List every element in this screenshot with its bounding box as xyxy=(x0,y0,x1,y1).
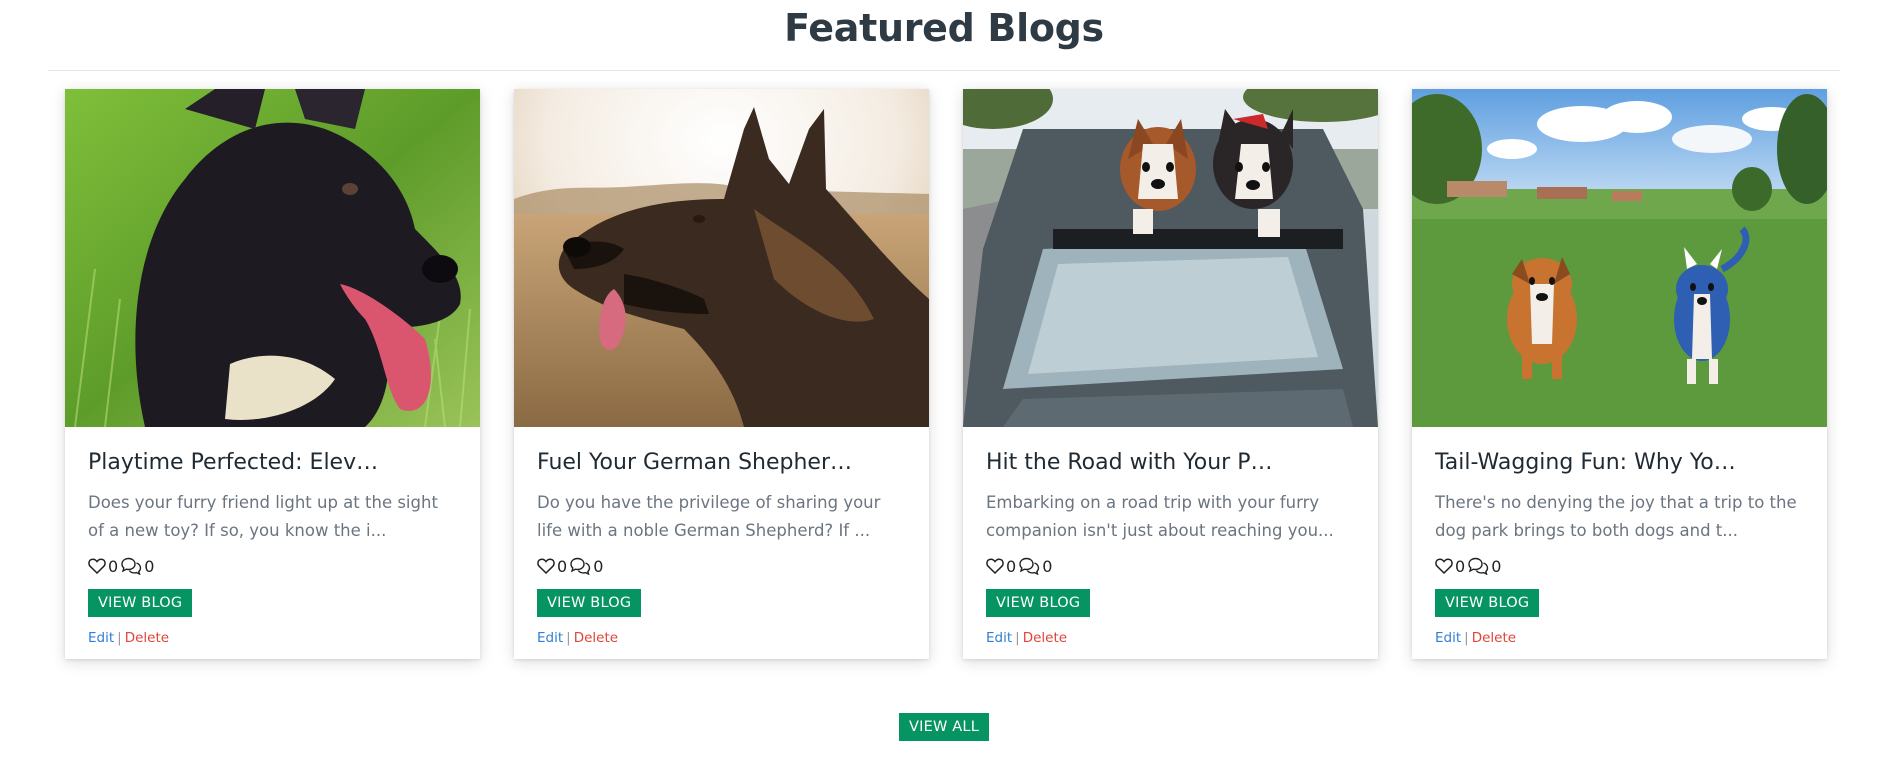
like-count: 0 xyxy=(108,556,119,576)
blog-card: Fuel Your German Shepher… Do you have th… xyxy=(514,89,929,659)
view-blog-button[interactable]: VIEW BLOG xyxy=(986,589,1091,617)
link-separator: | xyxy=(117,630,122,646)
card-stats: 0 0 xyxy=(537,553,906,579)
link-separator: | xyxy=(1464,630,1469,646)
comments-icon[interactable] xyxy=(120,557,142,575)
edit-link[interactable]: Edit xyxy=(537,630,563,646)
blog-image-german-shepherd[interactable] xyxy=(514,89,929,427)
divider xyxy=(48,70,1840,71)
link-separator: | xyxy=(566,630,571,646)
edit-link[interactable]: Edit xyxy=(986,630,1012,646)
card-excerpt: Do you have the privilege of sharing you… xyxy=(537,493,881,540)
heart-icon[interactable] xyxy=(1435,558,1453,574)
like-count: 0 xyxy=(1455,556,1466,576)
like-count: 0 xyxy=(557,556,568,576)
card-excerpt: Embarking on a road trip with your furry… xyxy=(986,493,1334,540)
delete-link[interactable]: Delete xyxy=(1472,630,1516,646)
comment-count: 0 xyxy=(1042,556,1053,576)
delete-link[interactable]: Delete xyxy=(574,630,618,646)
view-blog-button[interactable]: VIEW BLOG xyxy=(537,589,642,617)
card-title[interactable]: Playtime Perfected: Elev… xyxy=(88,449,457,477)
card-title[interactable]: Tail-Wagging Fun: Why Yo… xyxy=(1435,449,1804,477)
card-stats: 0 0 xyxy=(88,553,457,579)
delete-link[interactable]: Delete xyxy=(1023,630,1067,646)
view-blog-button[interactable]: VIEW BLOG xyxy=(88,589,193,617)
card-body: Playtime Perfected: Elev… Does your furr… xyxy=(65,427,480,646)
card-title[interactable]: Fuel Your German Shepher… xyxy=(537,449,906,477)
heart-icon[interactable] xyxy=(986,558,1004,574)
like-count: 0 xyxy=(1006,556,1017,576)
edit-link[interactable]: Edit xyxy=(88,630,114,646)
card-stats: 0 0 xyxy=(986,553,1355,579)
card-body: Hit the Road with Your P… Embarking on a… xyxy=(963,427,1378,646)
comments-icon[interactable] xyxy=(1467,557,1489,575)
blog-card: Playtime Perfected: Elev… Does your furr… xyxy=(65,89,480,659)
card-body: Tail-Wagging Fun: Why Yo… There's no den… xyxy=(1412,427,1827,646)
blog-card-list: Playtime Perfected: Elev… Does your furr… xyxy=(65,89,1827,659)
comments-icon[interactable] xyxy=(1018,557,1040,575)
blog-card: Hit the Road with Your P… Embarking on a… xyxy=(963,89,1378,659)
card-excerpt: There's no denying the joy that a trip t… xyxy=(1435,493,1797,540)
card-admin-links: Edit | Delete xyxy=(537,630,906,646)
card-admin-links: Edit | Delete xyxy=(986,630,1355,646)
card-body: Fuel Your German Shepher… Do you have th… xyxy=(514,427,929,646)
heart-icon[interactable] xyxy=(88,558,106,574)
section-title: Featured Blogs xyxy=(784,6,1104,50)
card-excerpt: Does your furry friend light up at the s… xyxy=(88,493,438,540)
comment-count: 0 xyxy=(1491,556,1502,576)
blog-image-dog-park[interactable] xyxy=(1412,89,1827,427)
comment-count: 0 xyxy=(144,556,155,576)
card-admin-links: Edit | Delete xyxy=(1435,630,1804,646)
card-stats: 0 0 xyxy=(1435,553,1804,579)
heart-icon[interactable] xyxy=(537,558,555,574)
card-admin-links: Edit | Delete xyxy=(88,630,457,646)
blog-image-dogs-in-car[interactable] xyxy=(963,89,1378,427)
featured-blogs-page: Featured Blogs Playtime Perfected: Elev…… xyxy=(0,0,1888,761)
view-all-button[interactable]: VIEW ALL xyxy=(899,713,989,741)
link-separator: | xyxy=(1015,630,1020,646)
card-title[interactable]: Hit the Road with Your P… xyxy=(986,449,1355,477)
edit-link[interactable]: Edit xyxy=(1435,630,1461,646)
comments-icon[interactable] xyxy=(569,557,591,575)
blog-image-black-dog[interactable] xyxy=(65,89,480,427)
comment-count: 0 xyxy=(593,556,604,576)
blog-card: Tail-Wagging Fun: Why Yo… There's no den… xyxy=(1412,89,1827,659)
delete-link[interactable]: Delete xyxy=(125,630,169,646)
view-blog-button[interactable]: VIEW BLOG xyxy=(1435,589,1540,617)
